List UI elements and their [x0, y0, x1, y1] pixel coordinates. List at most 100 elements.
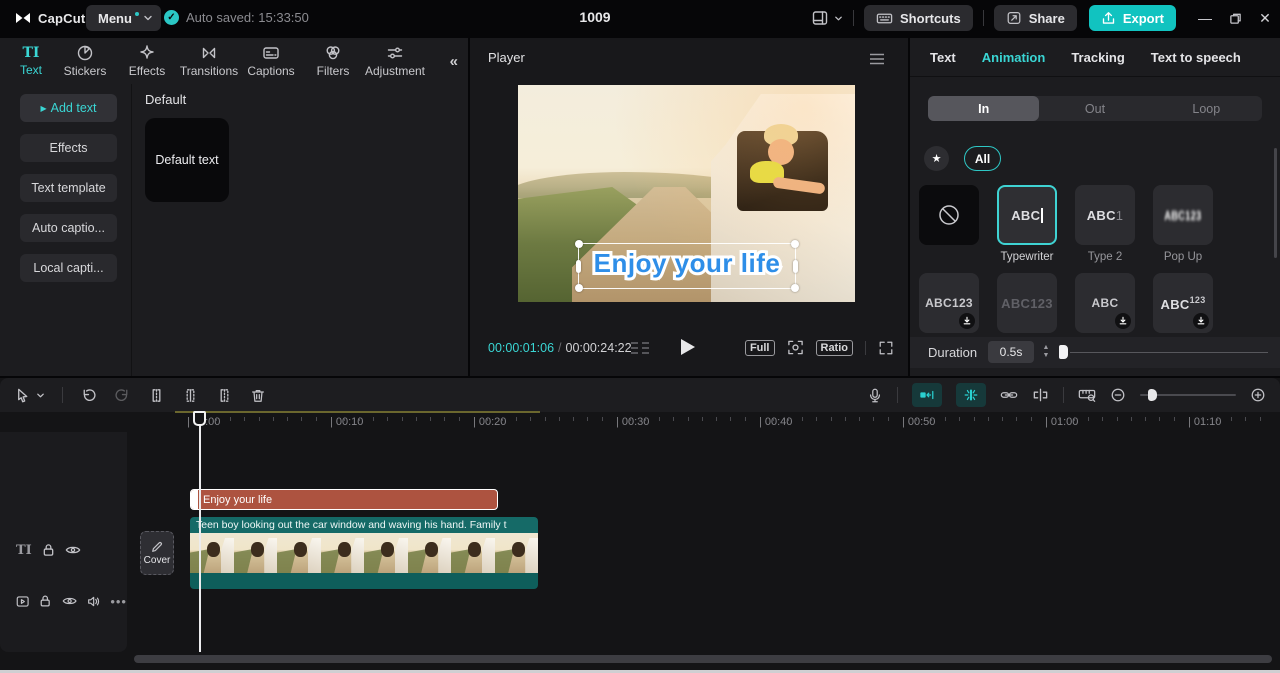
- handle-bottom-right[interactable]: [791, 284, 799, 292]
- video-track-header: •••: [0, 590, 127, 612]
- tab-stickers[interactable]: Stickers: [54, 38, 116, 84]
- lock-icon[interactable]: [42, 543, 55, 557]
- tab-adjustment[interactable]: Adjustment: [364, 38, 426, 84]
- left-tab-strip: TI Text Stickers Effects Transitions Captions…: [8, 38, 426, 84]
- ratio-button[interactable]: Ratio: [815, 339, 853, 356]
- tab-captions[interactable]: Captions: [240, 38, 302, 84]
- clip-trim-handle[interactable]: [191, 490, 198, 509]
- tab-text-to-speech[interactable]: Text to speech: [1151, 50, 1241, 65]
- eye-icon[interactable]: [65, 544, 81, 556]
- tab-filters[interactable]: Filters: [302, 38, 364, 84]
- tab-text[interactable]: Text: [930, 50, 956, 65]
- speaker-icon[interactable]: [87, 595, 100, 608]
- split-clip-icon[interactable]: [1032, 388, 1049, 402]
- zoom-slider-handle[interactable]: [1148, 389, 1157, 401]
- focus-icon[interactable]: [787, 339, 804, 356]
- sidebar-item-add-text[interactable]: ▶ Add text: [20, 94, 117, 122]
- redo-icon[interactable]: [114, 387, 131, 404]
- delete-icon[interactable]: [250, 387, 266, 404]
- split-both-icon[interactable]: [182, 387, 199, 404]
- track-more-icon[interactable]: •••: [110, 594, 127, 609]
- preview-snap-toggle[interactable]: [956, 383, 986, 407]
- segment-in[interactable]: In: [928, 96, 1040, 121]
- panel-scrollbar[interactable]: [1274, 148, 1277, 258]
- ruler-tick: [1130, 417, 1132, 421]
- fullscreen-icon[interactable]: [878, 340, 894, 356]
- play-button[interactable]: [681, 339, 695, 355]
- tab-text[interactable]: TI Text: [8, 38, 54, 84]
- playhead-line[interactable]: [199, 412, 201, 652]
- close-button[interactable]: ✕: [1250, 4, 1280, 32]
- sidebar-item-local-capti[interactable]: Local capti...: [20, 254, 117, 282]
- segment-loop[interactable]: Loop: [1151, 96, 1262, 121]
- duration-slider-track[interactable]: [1070, 351, 1268, 353]
- animation-tile-r2-3[interactable]: ABC123: [1153, 273, 1213, 333]
- lock-icon[interactable]: [39, 594, 51, 608]
- video-clip[interactable]: Teen boy looking out the car window and …: [190, 517, 538, 589]
- animation-tile-r2-2[interactable]: ABC: [1075, 273, 1135, 333]
- timeline-zoom-slider[interactable]: [1140, 389, 1236, 401]
- download-icon[interactable]: [959, 313, 975, 329]
- tab-animation[interactable]: Animation: [982, 50, 1046, 65]
- animation-tile-typewriter[interactable]: ABC: [997, 185, 1057, 245]
- layout-toggle-button[interactable]: [811, 9, 843, 27]
- animation-tile-pop-up[interactable]: ABC123: [1153, 185, 1213, 245]
- minimize-button[interactable]: —: [1190, 4, 1220, 32]
- all-filter-pill[interactable]: All: [964, 146, 1001, 171]
- tab-transitions[interactable]: Transitions: [178, 38, 240, 84]
- shortcuts-button[interactable]: Shortcuts: [864, 5, 973, 31]
- sidebar-item-auto-captio[interactable]: Auto captio...: [20, 214, 117, 242]
- zoom-out-icon[interactable]: [1110, 387, 1126, 403]
- auto-snap-toggle[interactable]: [912, 383, 942, 407]
- handle-top-left[interactable]: [575, 240, 583, 248]
- full-button[interactable]: Full: [744, 339, 775, 356]
- eye-icon[interactable]: [62, 595, 77, 607]
- select-tool-button[interactable]: [14, 387, 45, 404]
- animation-tile-r1-0[interactable]: [919, 185, 979, 245]
- sidebar-item-text-template[interactable]: Text template: [20, 174, 117, 202]
- playhead-handle[interactable]: [193, 411, 206, 426]
- timeline-horizontal-scrollbar[interactable]: [134, 655, 1272, 663]
- tile-text: ABC: [1091, 296, 1119, 310]
- animation-tile-type-2[interactable]: ABC1: [1075, 185, 1135, 245]
- menu-button[interactable]: Menu: [86, 5, 161, 31]
- link-icon[interactable]: [1000, 388, 1018, 402]
- animation-tile-r2-1[interactable]: ABC123: [997, 273, 1057, 333]
- text-clip[interactable]: Enjoy your life: [190, 489, 498, 510]
- duration-stepper[interactable]: ▲ ▼: [1038, 341, 1054, 363]
- animation-tile-r2-0[interactable]: ABC123: [919, 273, 979, 333]
- handle-right[interactable]: [793, 260, 798, 273]
- tab-effects[interactable]: Effects: [116, 38, 178, 84]
- record-voiceover-icon[interactable]: [867, 387, 883, 404]
- tab-tracking[interactable]: Tracking: [1071, 50, 1124, 65]
- split-left-icon[interactable]: [148, 387, 165, 404]
- handle-left[interactable]: [576, 260, 581, 273]
- share-button[interactable]: Share: [993, 5, 1077, 31]
- default-text-card[interactable]: Default text: [145, 118, 229, 202]
- text-overlay-selection[interactable]: Enjoy your life Enjoy your life: [575, 240, 799, 292]
- handle-top-right[interactable]: [791, 240, 799, 248]
- download-icon[interactable]: [1115, 313, 1131, 329]
- edit-cover-button[interactable]: Cover: [140, 531, 174, 575]
- player-menu-icon[interactable]: [868, 52, 886, 66]
- video-preview[interactable]: Enjoy your life Enjoy your life: [518, 85, 855, 302]
- quality-icon[interactable]: [630, 341, 650, 356]
- collapse-panel-button[interactable]: «: [450, 53, 458, 70]
- split-right-icon[interactable]: [216, 387, 233, 404]
- duration-value[interactable]: 0.5s: [988, 341, 1034, 363]
- favorites-filter-button[interactable]: ★: [924, 146, 949, 171]
- divider: [982, 10, 984, 26]
- timeline-scale-icon[interactable]: [1078, 387, 1096, 403]
- undo-icon[interactable]: [80, 387, 97, 404]
- restore-button[interactable]: [1220, 4, 1250, 32]
- segment-out[interactable]: Out: [1039, 96, 1150, 121]
- timeline-ruler[interactable]: | 00:00 | 00:10 | 00:20 | 00:30 | 00:40 | 00:50 | 01:…: [0, 412, 1280, 432]
- zoom-in-icon[interactable]: [1250, 387, 1266, 403]
- handle-bottom-left[interactable]: [575, 284, 583, 292]
- download-icon[interactable]: [1193, 313, 1209, 329]
- sidebar-item-effects[interactable]: Effects: [20, 134, 117, 162]
- duration-slider-handle[interactable]: [1059, 345, 1068, 359]
- ruler-tick: [215, 417, 217, 421]
- export-button[interactable]: Export: [1088, 5, 1176, 31]
- video-thumbnail: [233, 533, 277, 573]
